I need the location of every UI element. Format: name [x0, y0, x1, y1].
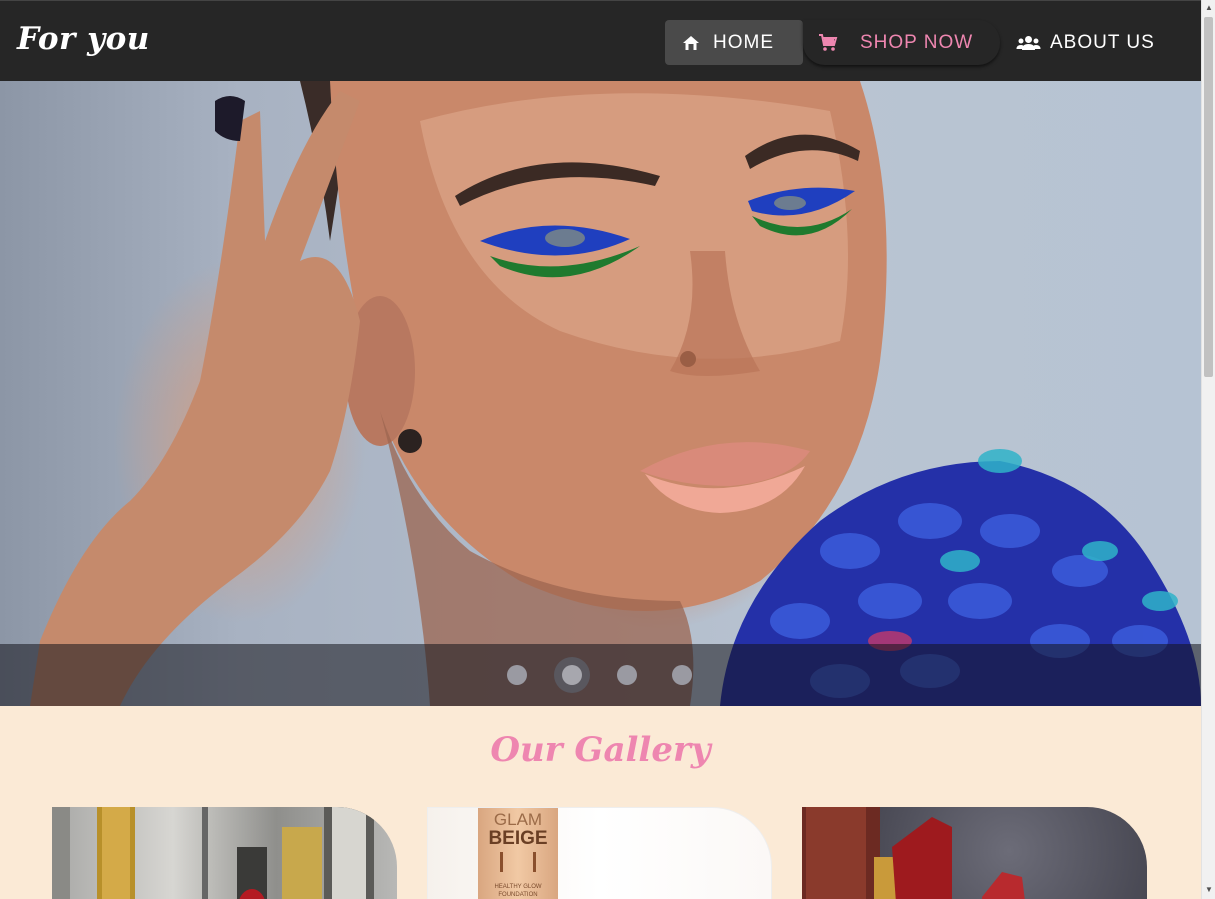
gallery-card-3[interactable]	[802, 807, 1147, 899]
hero-slide-image	[30, 81, 1201, 706]
nav-about-us-button[interactable]: ABOUT US	[1016, 20, 1176, 65]
cart-icon	[818, 33, 838, 53]
hero-carousel[interactable]	[0, 81, 1201, 706]
product-label-line-2: BEIGE	[488, 828, 548, 849]
scroll-up-arrow[interactable]: ▲	[1205, 4, 1213, 12]
gallery-section: Our Gallery GLAM BEIGE HEALTHY GLOW FOUN…	[0, 706, 1201, 899]
nav-about-us-label: ABOUT US	[1050, 31, 1155, 53]
brand-logo[interactable]: For you	[17, 21, 150, 57]
nav-shop-now-button[interactable]: SHOP NOW	[803, 20, 1000, 65]
foundation-tube: GLAM BEIGE HEALTHY GLOW FOUNDATION	[478, 808, 558, 899]
top-navbar: For you HOME SHOP NOW ABOUT US	[0, 0, 1201, 81]
product-logo	[500, 852, 536, 872]
page-scrollbar[interactable]: ▲ ▼	[1201, 0, 1215, 899]
carousel-dot-4[interactable]	[672, 665, 692, 685]
scrollbar-thumb[interactable]	[1204, 17, 1213, 377]
people-icon	[1016, 35, 1041, 51]
product-label-line-3: HEALTHY GLOW	[494, 884, 542, 890]
home-icon	[682, 35, 700, 51]
carousel-dot-2[interactable]	[562, 665, 582, 685]
nav-home-label: HOME	[713, 31, 774, 53]
gallery-image-3	[802, 807, 1025, 899]
scroll-down-arrow[interactable]: ▼	[1205, 886, 1213, 894]
gallery-title: Our Gallery	[490, 730, 711, 770]
carousel-dot-3[interactable]	[617, 665, 637, 685]
product-label-line-1: GLAM	[493, 810, 543, 829]
nav-home-button[interactable]: HOME	[665, 20, 803, 65]
nav-shop-now-label: SHOP NOW	[860, 31, 974, 53]
gallery-card-1[interactable]	[52, 807, 397, 899]
gallery-image-1	[52, 807, 374, 899]
carousel-indicator-bar	[0, 644, 1201, 706]
gallery-card-2[interactable]: GLAM BEIGE HEALTHY GLOW FOUNDATION	[427, 807, 772, 899]
carousel-dot-1[interactable]	[507, 665, 527, 685]
product-label-line-4: FOUNDATION	[498, 892, 538, 898]
